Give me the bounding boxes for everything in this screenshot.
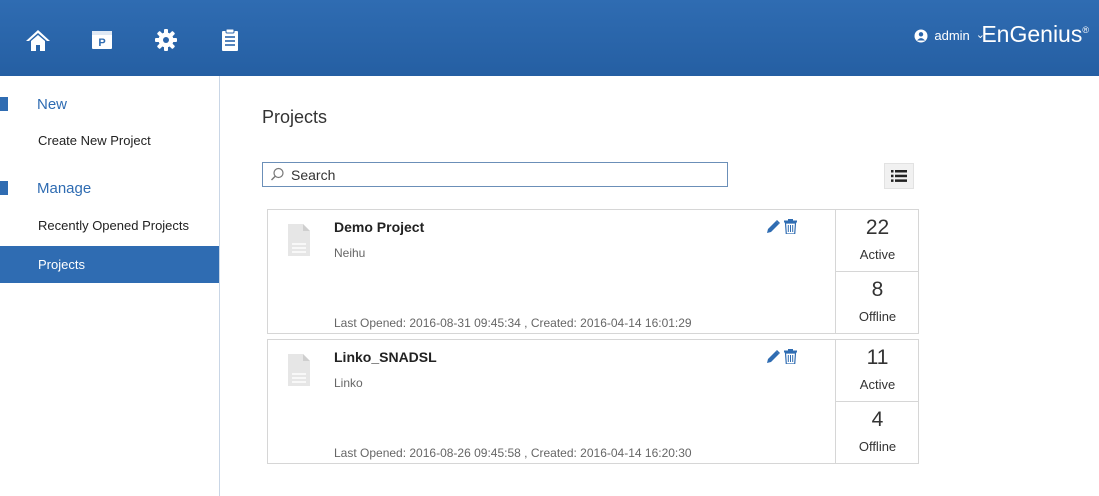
offline-label: Offline: [858, 309, 897, 324]
offline-label: Offline: [858, 439, 897, 454]
delete-trash-icon[interactable]: [784, 349, 797, 364]
device-stats: 22 Active 8 Offline: [835, 210, 919, 333]
project-location: Linko: [334, 376, 363, 390]
active-label: Active: [859, 247, 896, 262]
section-marker: [0, 97, 8, 111]
project-card[interactable]: Linko_SNADSL Linko Last Opened: 2016-08-…: [267, 339, 919, 464]
home-icon[interactable]: [24, 26, 52, 54]
active-stat: 11 Active: [836, 346, 919, 392]
active-stat: 22 Active: [836, 216, 919, 262]
edit-pencil-icon[interactable]: [766, 349, 781, 364]
active-label: Active: [859, 377, 896, 392]
clipboard-icon[interactable]: [216, 26, 244, 54]
sidebar-section-title: New: [37, 95, 68, 113]
search-input[interactable]: [289, 165, 713, 184]
project-card[interactable]: Demo Project Neihu Last Opened: 2016-08-…: [267, 209, 919, 334]
project-actions: [766, 219, 797, 234]
svg-text:P: P: [98, 37, 105, 49]
settings-icon[interactable]: [152, 26, 180, 54]
project-name[interactable]: Linko_SNADSL: [334, 349, 437, 365]
project-meta: Last Opened: 2016-08-31 09:45:34 , Creat…: [334, 316, 692, 330]
search-icon: [271, 167, 284, 181]
offline-count: 4: [871, 408, 884, 431]
user-circle-icon: [914, 29, 928, 42]
sidebar-item-projects[interactable]: Projects: [0, 246, 219, 283]
offline-count: 8: [871, 278, 884, 301]
search-box: [262, 162, 728, 187]
sidebar-section-new: New: [0, 95, 67, 113]
stats-divider: [836, 271, 919, 272]
username: admin: [934, 28, 970, 43]
sidebar-section-title: Manage: [37, 179, 92, 197]
user-menu[interactable]: admin ⌄: [914, 28, 985, 43]
sidebar-section-manage: Manage: [0, 179, 91, 197]
page-title: Projects: [262, 107, 328, 127]
project-name[interactable]: Demo Project: [334, 219, 424, 235]
sidebar-item-recently-opened-projects[interactable]: Recently Opened Projects: [0, 218, 219, 233]
document-icon: [288, 224, 310, 256]
document-icon: [288, 354, 310, 386]
active-count: 11: [866, 346, 889, 369]
delete-trash-icon[interactable]: [784, 219, 797, 234]
engenius-logo: EnGenius®: [981, 21, 1089, 47]
sidebar: New Create New Project Manage Recently O…: [0, 76, 220, 496]
offline-stat: 8 Offline: [836, 278, 919, 324]
active-count: 22: [865, 216, 890, 239]
section-marker: [0, 181, 8, 195]
device-stats: 11 Active 4 Offline: [835, 340, 919, 463]
top-nav-bar: P admin ⌄ EnGenius®: [0, 0, 1099, 76]
stats-divider: [836, 401, 919, 402]
offline-stat: 4 Offline: [836, 408, 919, 454]
project-location: Neihu: [334, 246, 366, 260]
edit-pencil-icon[interactable]: [766, 219, 781, 234]
project-actions: [766, 349, 797, 364]
project-meta: Last Opened: 2016-08-26 09:45:58 , Creat…: [334, 446, 692, 460]
sidebar-item-create-new-project[interactable]: Create New Project: [0, 133, 219, 148]
list-view-icon: [891, 170, 907, 182]
list-view-toggle-button[interactable]: [884, 163, 914, 189]
project-icon[interactable]: P: [88, 26, 116, 54]
